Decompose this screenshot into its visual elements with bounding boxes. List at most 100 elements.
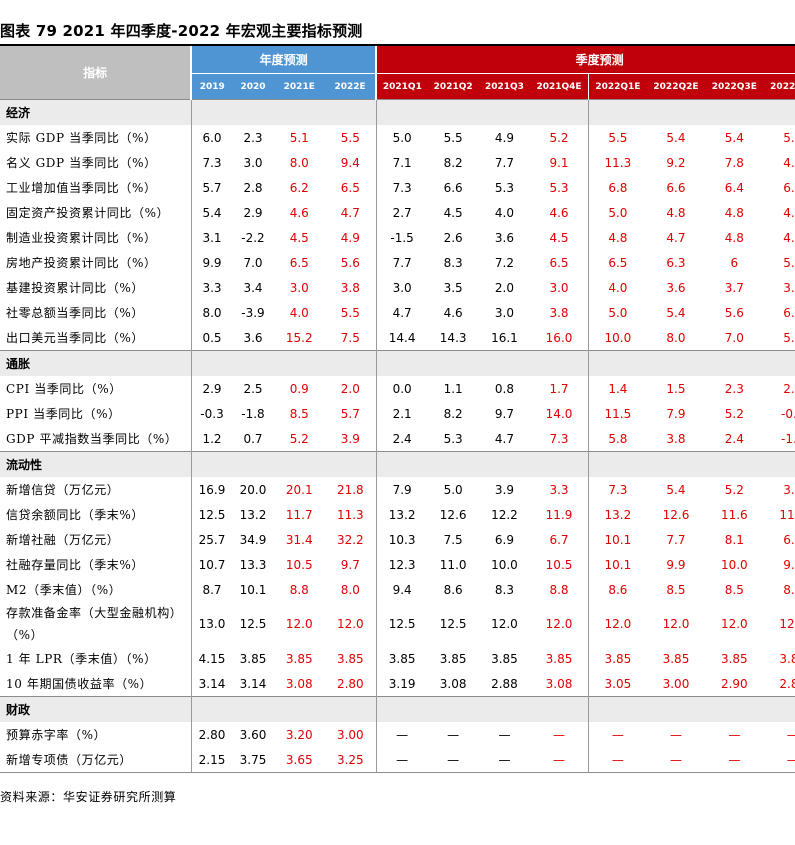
value-cell: 5.0 (608, 205, 628, 220)
value-cell: 7.8 (724, 155, 744, 170)
value-cell: 3.6 (494, 230, 514, 245)
table-row: 社零总额当季同比（%） 8.0 -3.9 4.0 5.5 4.7 4.6 3.0 3.8 5.0 5… (0, 300, 795, 325)
value-cell: 2.0 (324, 376, 377, 401)
header-annual-forecast: 年度预测 (191, 46, 378, 74)
value-cell: 12.0 (491, 617, 518, 631)
section-spacer (646, 350, 706, 376)
section-spacer (530, 99, 589, 125)
value-cell: 10.5 (285, 557, 313, 572)
value-cell: 7.5 (324, 325, 377, 351)
section-spacer (646, 696, 706, 722)
section-title: 流动性 (0, 451, 192, 477)
header-period: 2021Q1 (376, 73, 428, 100)
value-cell: 5.3 (494, 180, 514, 195)
value-cell: 5.5 (783, 130, 795, 145)
value-cell: 3.0 (494, 305, 514, 320)
value-cell: 2.7 (783, 381, 795, 396)
indicator-label: 房地产投资累计同比（%） (0, 250, 192, 275)
section-spacer (273, 451, 325, 477)
section-title: 通胀 (0, 350, 192, 376)
value-cell: 8.7 (202, 582, 222, 597)
value-cell: 5.0 (392, 130, 412, 145)
table-row: 基建投资累计同比（%） 3.3 3.4 3.0 3.8 3.0 3.5 2.0 3.0 4.0 3.… (0, 275, 795, 300)
value-cell: 3.9 (783, 482, 795, 497)
value-cell: 6.6 (666, 180, 686, 195)
value-cell: 5.0 (443, 482, 463, 497)
indicator-label: 新增专项债（万亿元） (0, 747, 192, 773)
table-row: 新增专项债（万亿元）2.153.753.653.25———————— (0, 747, 795, 773)
section-header-row: 经济 (0, 99, 795, 125)
value-cell: 13.0 (198, 617, 226, 631)
value-cell: 12.5 (439, 617, 467, 631)
value-cell: — (763, 747, 795, 773)
value-cell: 12.6 (439, 507, 467, 522)
section-spacer (376, 451, 428, 477)
value-cell: 3.6 (243, 330, 263, 345)
value-cell: 2.1 (392, 406, 412, 421)
value-cell: 2.3 (724, 381, 744, 396)
indicator-label: 工业增加值当季同比（%） (0, 175, 192, 200)
value-cell: 4.0 (494, 205, 514, 220)
value-cell: 2.9 (202, 381, 222, 396)
value-cell: 31.4 (285, 532, 313, 547)
value-cell: 0.7 (243, 431, 263, 446)
value-cell: 10.1 (604, 557, 632, 572)
value-cell: 13.2 (388, 507, 416, 522)
value-cell: 21.8 (324, 477, 377, 502)
value-cell: 5.5 (443, 130, 463, 145)
value-cell: 12.0 (779, 617, 795, 631)
table-row: 存款准备金率（大型金融机构）（%） 13.0 12.5 12.0 12.0 12.5 12.… (0, 602, 795, 646)
value-cell: 3.14 (198, 676, 226, 691)
value-cell: 3.00 (324, 722, 377, 747)
header-period: 2020 (232, 73, 274, 100)
value-cell: — (588, 747, 647, 773)
section-header-row: 通胀 (0, 350, 795, 376)
section-spacer (530, 696, 589, 722)
indicator-label: GDP 平减指数当季同比（%） (0, 426, 192, 452)
value-cell: 8.0 (783, 582, 795, 597)
value-cell: 4.6 (289, 205, 309, 220)
value-cell: 3.0 (392, 280, 412, 295)
value-cell: 5.6 (324, 250, 377, 275)
source-note: 资料来源：华安证券研究所测算 (0, 790, 177, 804)
value-cell: 9.4 (392, 582, 412, 597)
value-cell: 7.9 (666, 406, 686, 421)
value-cell: 3.3 (530, 477, 589, 502)
value-cell: 6.7 (530, 527, 589, 552)
value-cell: 6.6 (443, 180, 463, 195)
value-cell: 9.7 (494, 406, 514, 421)
value-cell: 5.2 (724, 482, 744, 497)
value-cell: 6.2 (783, 180, 795, 195)
value-cell: 8.0 (666, 330, 686, 345)
value-cell: 4.9 (783, 230, 795, 245)
header-period: 2021Q3 (478, 73, 531, 100)
value-cell: 20.1 (285, 482, 313, 497)
value-cell: 11.5 (604, 406, 632, 421)
value-cell: 4.5 (783, 155, 795, 170)
section-spacer (273, 99, 325, 125)
value-cell: 4.6 (530, 200, 589, 225)
value-cell: 12.6 (662, 507, 690, 522)
indicator-label: 社零总额当季同比（%） (0, 300, 192, 325)
value-cell: 9.9 (666, 557, 686, 572)
value-cell: 2.90 (720, 676, 748, 691)
value-cell: 3.8 (530, 300, 589, 325)
section-spacer (763, 696, 795, 722)
value-cell: 5.4 (202, 205, 222, 220)
value-cell: 0.5 (202, 330, 222, 345)
section-spacer (376, 696, 428, 722)
value-cell: 7.3 (202, 155, 222, 170)
value-cell: 3.0 (243, 155, 263, 170)
value-cell: 4.8 (724, 230, 744, 245)
indicator-label: 社融存量同比（季末%） (0, 552, 192, 577)
value-cell: 11.0 (439, 557, 467, 572)
section-spacer (763, 451, 795, 477)
value-cell: 7.3 (530, 426, 589, 452)
indicator-label: 名义 GDP 当季同比（%） (0, 150, 192, 175)
value-cell: 2.5 (243, 381, 263, 396)
value-cell: 5.5 (608, 130, 628, 145)
value-cell: 4.0 (608, 280, 628, 295)
value-cell: 5.7 (202, 180, 222, 195)
value-cell: — (530, 747, 589, 773)
value-cell: 8.6 (608, 582, 628, 597)
